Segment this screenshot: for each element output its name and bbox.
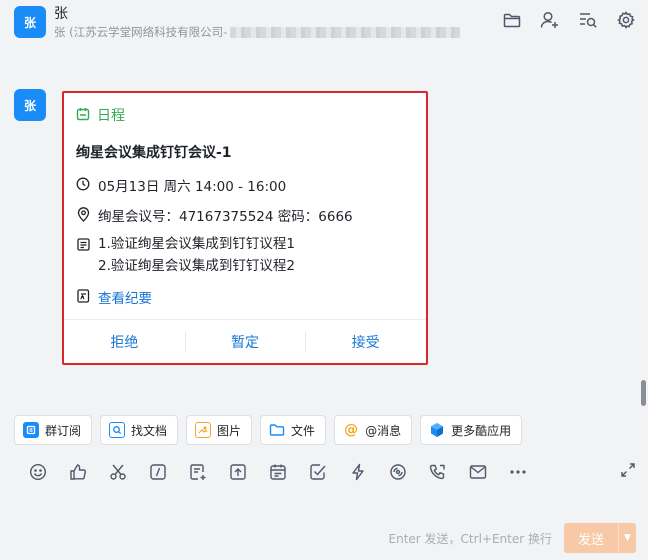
send-button[interactable]: 发送 ▼ (564, 523, 636, 553)
image-button[interactable]: 图片 (186, 415, 253, 445)
chat-header: 张 张 张 (江苏云学堂网络科技有限公司- (0, 0, 648, 44)
clock-icon (76, 175, 90, 193)
search-history-icon[interactable] (578, 10, 598, 30)
notes-icon (76, 287, 90, 305)
checkbox-icon[interactable] (298, 460, 338, 484)
phone-icon[interactable] (418, 460, 458, 484)
link-icon[interactable] (378, 460, 418, 484)
avatar-text: 张 (23, 98, 36, 113)
scrollbar-thumb[interactable] (641, 380, 646, 406)
schedule-location-row: 绚星会议号：47167375524 密码：6666 (76, 205, 353, 225)
schedule-location: 绚星会议号：47167375524 密码：6666 (98, 209, 353, 225)
schedule-type-label: 日程 (97, 108, 125, 124)
file-icon (269, 422, 285, 438)
accept-button[interactable]: 接受 (305, 320, 426, 363)
reject-button[interactable]: 拒绝 (64, 320, 185, 363)
new-note-icon[interactable] (178, 460, 218, 484)
sender-avatar[interactable]: 张 (14, 89, 46, 121)
send-hint: Enter 发送，Ctrl+Enter 换行 (388, 532, 552, 546)
contact-subtitle: 张 (江苏云学堂网络科技有限公司- (54, 24, 461, 40)
emoji-icon[interactable] (18, 460, 58, 484)
schedule-time-row: 05月13日 周六 14:00 - 16:00 (76, 175, 286, 195)
schedule-agenda-row: 1.验证绚星会议集成到钉钉议程1 2.验证绚星会议集成到钉钉议程2 (76, 235, 295, 277)
quick-tool-label: 文件 (291, 423, 316, 438)
quick-tool-label: 图片 (217, 423, 242, 438)
schedule-actions: 拒绝 暂定 接受 (64, 319, 426, 363)
more-icon[interactable] (498, 460, 538, 484)
tentative-button[interactable]: 暂定 (184, 320, 306, 363)
avatar-text: 张 (23, 15, 36, 30)
quick-tool-label: 找文档 (131, 423, 168, 438)
mail-icon[interactable] (458, 460, 498, 484)
schedule-time: 05月13日 周六 14:00 - 16:00 (98, 179, 287, 195)
file-button[interactable]: 文件 (260, 415, 327, 445)
group-subscribe-button[interactable]: 群订阅 (14, 415, 93, 445)
quick-tool-label: @消息 (365, 423, 402, 438)
lightning-icon[interactable] (338, 460, 378, 484)
thumbs-up-icon[interactable] (58, 460, 98, 484)
schedule-notes-row[interactable]: 查看纪要 (76, 287, 152, 307)
contact-info: 张 张 (江苏云学堂网络科技有限公司- (54, 5, 461, 40)
contact-name[interactable]: 张 (54, 5, 460, 23)
find-doc-icon (109, 422, 126, 438)
scissors-icon[interactable] (98, 460, 138, 484)
mention-icon: @ (344, 422, 359, 438)
agenda-icon (76, 235, 90, 253)
subscribe-icon (23, 422, 39, 438)
calendar-icon (76, 106, 90, 125)
settings-icon[interactable] (616, 10, 636, 30)
redacted-text (230, 27, 461, 38)
view-notes-link[interactable]: 查看纪要 (98, 287, 152, 307)
upload-icon[interactable] (218, 460, 258, 484)
slash-command-icon[interactable] (138, 460, 178, 484)
schedule-card[interactable]: 日程 绚星会议集成钉钉会议-1 05月13日 周六 14:00 - 16:00 … (62, 91, 428, 365)
folder-icon[interactable] (502, 10, 522, 30)
expand-icon[interactable] (620, 462, 636, 482)
schedule-title: 绚星会议集成钉钉会议-1 (76, 145, 232, 161)
mention-button[interactable]: @ @消息 (334, 415, 413, 445)
chevron-down-icon[interactable]: ▼ (618, 523, 636, 553)
input-toolbar (18, 460, 538, 484)
find-doc-button[interactable]: 找文档 (100, 415, 179, 445)
apps-icon (429, 422, 445, 438)
more-apps-button[interactable]: 更多酷应用 (420, 415, 523, 445)
calendar-icon[interactable] (258, 460, 298, 484)
send-label: 发送 (577, 532, 604, 548)
quick-tools-bar: 群订阅 找文档 图片 文件 @ @消息 更多酷应用 (14, 415, 523, 445)
location-pin-icon (76, 205, 90, 223)
agenda-list: 1.验证绚星会议集成到钉钉议程1 2.验证绚星会议集成到钉钉议程2 (98, 233, 295, 277)
contact-avatar[interactable]: 张 (14, 6, 46, 38)
agenda-item: 2.验证绚星会议集成到钉钉议程2 (98, 258, 295, 274)
agenda-item: 1.验证绚星会议集成到钉钉议程1 (98, 236, 295, 252)
quick-tool-label: 群订阅 (45, 423, 82, 438)
contact-org: 张 (江苏云学堂网络科技有限公司- (54, 25, 228, 39)
image-icon (195, 422, 212, 438)
schedule-card-header: 日程 (76, 105, 125, 125)
quick-tool-label: 更多酷应用 (451, 423, 512, 438)
add-user-icon[interactable] (540, 10, 560, 30)
header-actions (502, 10, 636, 30)
